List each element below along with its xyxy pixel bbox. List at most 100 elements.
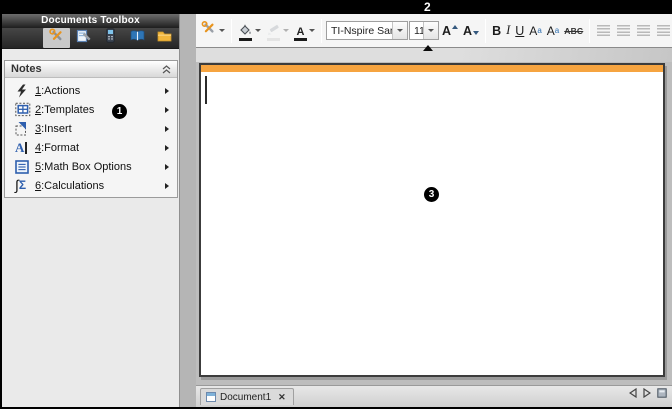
- page-title-bar: [201, 65, 663, 72]
- menu-item-actions[interactable]: 1:Actions: [5, 81, 177, 100]
- submenu-arrow-icon: [165, 145, 169, 151]
- notes-panel-header[interactable]: Notes: [5, 61, 177, 78]
- tab-document-tools[interactable]: [43, 28, 70, 48]
- insert-tools-button[interactable]: [199, 19, 227, 43]
- callout-badge-2: 2: [424, 0, 431, 14]
- top-black-strip: 2: [0, 0, 672, 14]
- strikethrough-button[interactable]: ABC: [562, 19, 585, 43]
- formatting-toolbar: A TI-Nspire Sans 11 A A: [196, 14, 672, 48]
- font-size-value: 11: [410, 25, 423, 37]
- wrench-tools-icon: [49, 28, 65, 48]
- text-cursor: [205, 76, 207, 104]
- font-size-caret[interactable]: [423, 22, 438, 39]
- increase-font-size-button[interactable]: A: [440, 19, 460, 43]
- decrease-font-size-button[interactable]: A: [461, 19, 481, 43]
- highlight-color-button[interactable]: [264, 19, 291, 43]
- toolbox-title: Documents Toolbox: [2, 14, 179, 28]
- subscript-base: A: [547, 24, 555, 38]
- lightning-icon: [15, 84, 35, 98]
- fill-color-button[interactable]: [236, 19, 263, 43]
- triangle-up-icon: [452, 25, 458, 29]
- next-page-icon[interactable]: [643, 385, 651, 403]
- document-icon: [206, 392, 216, 402]
- toolbar-collapse-arrow-icon[interactable]: [423, 45, 433, 51]
- menu-label: :Insert: [41, 123, 72, 135]
- submenu-arrow-icon: [165, 107, 169, 113]
- close-tab-icon[interactable]: ✕: [278, 393, 286, 402]
- menu-label: :Calculations: [41, 180, 104, 192]
- superscript-button[interactable]: Aa: [527, 19, 543, 43]
- previous-page-icon[interactable]: [629, 385, 637, 403]
- integral-sigma-icon: ∫Σ: [15, 179, 35, 192]
- italic-label: I: [506, 23, 510, 38]
- font-family-select[interactable]: TI-Nspire Sans: [326, 21, 408, 40]
- insert-shape-icon: [15, 121, 35, 136]
- document-tab-label: Document1: [220, 392, 271, 403]
- callout-badge-3: 3: [424, 187, 439, 202]
- folder-icon: [157, 29, 172, 47]
- dropdown-caret-icon: [283, 29, 289, 32]
- dropdown-caret-icon: [428, 29, 434, 32]
- underline-label: U: [515, 24, 524, 38]
- highlight-color-swatch: [267, 38, 280, 41]
- tab-content-explorer[interactable]: [124, 28, 151, 48]
- menu-item-format[interactable]: A 4:Format: [5, 138, 177, 157]
- decrease-font-letter: A: [463, 24, 472, 38]
- document-tab[interactable]: Document1 ✕: [200, 388, 294, 405]
- notes-panel-title: Notes: [11, 63, 42, 75]
- subscript-mark: a: [555, 26, 559, 35]
- paint-bucket-icon: [238, 21, 253, 41]
- callout-badge-1: 1: [112, 104, 127, 119]
- dropdown-caret-icon: [397, 29, 403, 32]
- highlighter-icon: [266, 21, 281, 41]
- page-sorter-view-icon[interactable]: [657, 385, 667, 403]
- subscript-button[interactable]: Aa: [545, 19, 561, 43]
- submenu-arrow-icon: [165, 88, 169, 94]
- bold-label: B: [492, 24, 501, 38]
- align-right-button[interactable]: [634, 19, 653, 43]
- align-justify-button[interactable]: [654, 19, 672, 43]
- page-pencil-icon: [76, 29, 91, 48]
- dropdown-caret-icon: [255, 29, 261, 32]
- tab-handheld-setup[interactable]: [97, 28, 124, 48]
- superscript-mark: a: [537, 26, 541, 35]
- text-color-letter: A: [297, 27, 305, 37]
- superscript-base: A: [529, 24, 537, 38]
- underline-button[interactable]: U: [513, 19, 526, 43]
- collapse-chevron-double-up-icon[interactable]: [162, 65, 171, 74]
- menu-item-math-box-options[interactable]: 5:Math Box Options: [5, 157, 177, 176]
- tab-utilities[interactable]: [151, 28, 178, 48]
- align-justify-icon: [657, 25, 670, 36]
- text-color-icon: A: [294, 21, 307, 41]
- handheld-icon: [106, 28, 115, 48]
- toolbox-tab-strip: [2, 28, 179, 49]
- menu-label: :Format: [41, 142, 79, 154]
- align-center-icon: [617, 25, 630, 36]
- tab-page-sorter[interactable]: [70, 28, 97, 48]
- align-center-button[interactable]: [614, 19, 633, 43]
- bold-button[interactable]: B: [490, 19, 503, 43]
- submenu-arrow-icon: [165, 126, 169, 132]
- toolbar-separator: [231, 19, 232, 43]
- menu-item-templates[interactable]: 2:Templates: [5, 100, 177, 119]
- text-color-button[interactable]: A: [292, 19, 317, 43]
- toolbar-separator: [321, 19, 322, 43]
- menu-item-insert[interactable]: 3:Insert: [5, 119, 177, 138]
- font-size-select[interactable]: 11: [409, 21, 439, 40]
- text-color-swatch: [294, 38, 307, 41]
- menu-label: :Actions: [41, 85, 80, 97]
- menu-item-calculations[interactable]: ∫Σ 6:Calculations: [5, 176, 177, 195]
- dropdown-caret-icon: [309, 29, 315, 32]
- notes-panel: Notes 1:Actions: [4, 60, 178, 198]
- align-left-button[interactable]: [594, 19, 613, 43]
- dropdown-caret-icon: [219, 29, 225, 32]
- page-navigation: [629, 385, 667, 403]
- toolbar-separator: [485, 19, 486, 43]
- submenu-arrow-icon: [165, 183, 169, 189]
- notes-menu: 1:Actions 2:Templates: [5, 78, 177, 197]
- document-page[interactable]: [199, 63, 665, 377]
- font-family-caret[interactable]: [392, 22, 407, 39]
- format-text-icon: A: [15, 141, 35, 154]
- document-tab-bar: Document1 ✕: [196, 385, 672, 407]
- italic-button[interactable]: I: [504, 19, 512, 43]
